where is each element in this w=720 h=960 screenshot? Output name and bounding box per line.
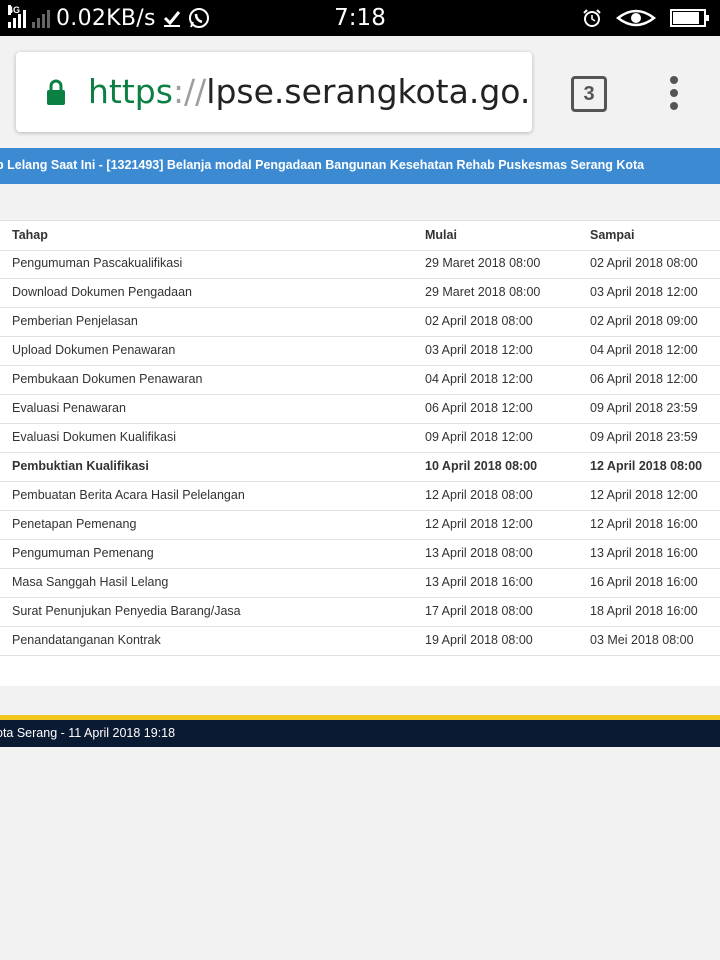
overflow-menu-icon[interactable] (668, 76, 680, 110)
table-row: Evaluasi Penawaran 06 April 2018 12:00 09 … (0, 394, 720, 424)
cell-tahap: Upload Dokumen Penawaran (12, 343, 176, 357)
table-row: Pembukaan Dokumen Penawaran 04 April 2018… (0, 365, 720, 395)
cell-mulai: 02 April 2018 08:00 (425, 314, 533, 328)
cell-sampai: 06 April 2018 12:00 (590, 372, 698, 386)
cell-tahap: Penandatanganan Kontrak (12, 633, 161, 647)
header-tahap: Tahap (12, 228, 48, 242)
cell-tahap: Evaluasi Dokumen Kualifikasi (12, 430, 176, 444)
url-text[interactable]: https://lpse.serangkota.go.id/e (88, 52, 532, 132)
table-row: Pembuatan Berita Acara Hasil Pelelangan 1… (0, 481, 720, 511)
table-row: Surat Penunjukan Penyedia Barang/Jasa 17 … (0, 597, 720, 627)
cell-sampai: 13 April 2018 16:00 (590, 546, 698, 560)
cell-mulai: 29 Maret 2018 08:00 (425, 256, 541, 270)
url-host: lpse.serangkota.go.id (206, 72, 532, 111)
cell-mulai: 06 April 2018 12:00 (425, 401, 533, 415)
footer: ota Serang - 11 April 2018 19:18 (0, 720, 720, 747)
cell-tahap: Pemberian Penjelasan (12, 314, 138, 328)
cell-mulai: 17 April 2018 08:00 (425, 604, 533, 618)
cell-sampai: 12 April 2018 08:00 (590, 459, 703, 473)
table-row: Masa Sanggah Hasil Lelang 13 April 2018 1… (0, 568, 720, 598)
cell-tahap: Pembuatan Berita Acara Hasil Pelelangan (12, 488, 245, 502)
battery-icon (670, 9, 709, 27)
cell-mulai: 03 April 2018 12:00 (425, 343, 533, 357)
cell-sampai: 16 April 2018 16:00 (590, 575, 698, 589)
cell-mulai: 12 April 2018 08:00 (425, 488, 533, 502)
cell-mulai: 29 Maret 2018 08:00 (425, 285, 541, 299)
table-header-row: Tahap Mulai Sampai (0, 220, 720, 251)
cell-tahap: Pembuktian Kualifikasi (12, 459, 149, 473)
lock-icon (47, 79, 65, 105)
cell-tahap: Penetapan Pemenang (12, 517, 137, 531)
cell-sampai: 04 April 2018 12:00 (590, 343, 698, 357)
cell-mulai: 13 April 2018 08:00 (425, 546, 533, 560)
table-row: Download Dokumen Pengadaan 29 Maret 2018 … (0, 278, 720, 308)
cell-mulai: 13 April 2018 16:00 (425, 575, 533, 589)
cell-sampai: 18 April 2018 16:00 (590, 604, 698, 618)
header-sampai: Sampai (590, 228, 635, 242)
cell-tahap: Evaluasi Penawaran (12, 401, 126, 415)
cell-sampai: 03 April 2018 12:00 (590, 285, 698, 299)
cell-tahap: Pengumuman Pascakualifikasi (12, 256, 183, 270)
cell-tahap: Surat Penunjukan Penyedia Barang/Jasa (12, 604, 241, 618)
header-mulai: Mulai (425, 228, 457, 242)
cell-sampai: 12 April 2018 16:00 (590, 517, 698, 531)
tab-switcher-button[interactable]: 3 (571, 76, 607, 112)
url-separator: :// (172, 72, 207, 111)
cell-tahap: Pembukaan Dokumen Penawaran (12, 372, 203, 386)
cell-sampai: 02 April 2018 08:00 (590, 256, 698, 270)
cell-tahap: Pengumuman Pemenang (12, 546, 154, 560)
eye-comfort-icon (616, 9, 656, 27)
table-row: Upload Dokumen Penawaran 03 April 2018 12… (0, 336, 720, 366)
table-row: Penandatanganan Kontrak 19 April 2018 08:… (0, 626, 720, 656)
cell-mulai: 12 April 2018 12:00 (425, 517, 533, 531)
page-title-band: p Lelang Saat Ini - [1321493] Belanja mo… (0, 148, 720, 184)
address-bar[interactable]: https://lpse.serangkota.go.id/e (16, 52, 532, 132)
table-row: Pengumuman Pascakualifikasi 29 Maret 2018… (0, 249, 720, 279)
alarm-icon (583, 9, 601, 27)
schedule-table: Tahap Mulai Sampai Pengumuman Pascakuali… (0, 220, 720, 686)
cell-sampai: 09 April 2018 23:59 (590, 401, 698, 415)
cell-sampai: 12 April 2018 12:00 (590, 488, 698, 502)
browser-toolbar: https://lpse.serangkota.go.id/e 3 (0, 36, 720, 148)
status-right (582, 0, 710, 36)
status-bar: 4G 0.02KB/s 7:18 (0, 0, 720, 36)
cell-mulai: 19 April 2018 08:00 (425, 633, 533, 647)
table-row: Pembuktian Kualifikasi 10 April 2018 08:0… (0, 452, 720, 482)
table-row: Evaluasi Dokumen Kualifikasi 09 April 201… (0, 423, 720, 453)
cell-mulai: 09 April 2018 12:00 (425, 430, 533, 444)
cell-mulai: 10 April 2018 08:00 (425, 459, 538, 473)
cell-sampai: 09 April 2018 23:59 (590, 430, 698, 444)
cell-tahap: Download Dokumen Pengadaan (12, 285, 192, 299)
table-row: Pengumuman Pemenang 13 April 2018 08:00 13… (0, 539, 720, 569)
url-scheme: https (88, 72, 173, 111)
cell-mulai: 04 April 2018 12:00 (425, 372, 533, 386)
footer-text: ota Serang - 11 April 2018 19:18 (0, 726, 176, 740)
cell-sampai: 02 April 2018 09:00 (590, 314, 698, 328)
cell-tahap: Masa Sanggah Hasil Lelang (12, 575, 169, 589)
page-title: p Lelang Saat Ini - [1321493] Belanja mo… (0, 158, 645, 172)
table-row: Pemberian Penjelasan 02 April 2018 08:00 0… (0, 307, 720, 337)
cell-sampai: 03 Mei 2018 08:00 (590, 633, 694, 647)
table-row: Penetapan Pemenang 12 April 2018 12:00 12 … (0, 510, 720, 540)
